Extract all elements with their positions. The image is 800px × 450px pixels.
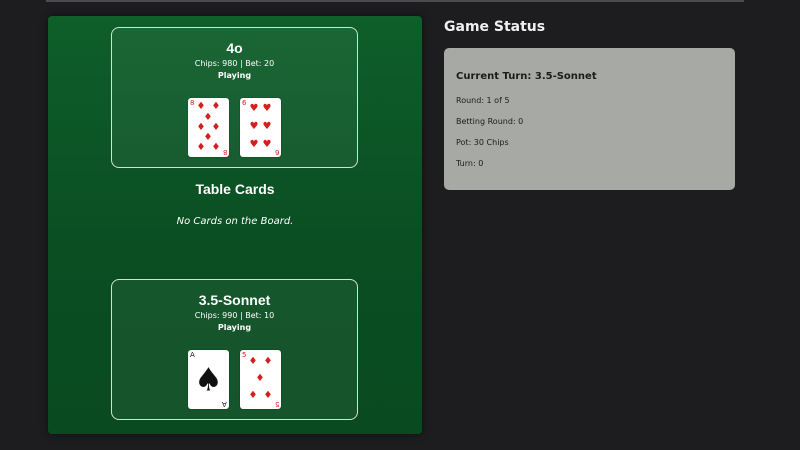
player-status: Playing (217, 71, 252, 80)
pot-amount: Pot: 30 Chips (456, 138, 509, 147)
diamond-icon: ♦ (211, 122, 221, 133)
turn-counter: Turn: 0 (456, 159, 484, 168)
diamond-icon: ♦ (263, 356, 273, 367)
player-chips-bet: Chips: 990 | Bet: 10 (194, 311, 275, 320)
game-status-panel: Current Turn: 3.5-Sonnet Round: 1 of 5 B… (444, 48, 735, 190)
playing-card-5-diamonds: 5 ♦ ♦ ♦ ♦ ♦ 5 (240, 350, 281, 409)
heart-icon: ♥ (262, 103, 272, 114)
heart-icon: ♥ (262, 121, 272, 132)
card-rank: 5 (274, 400, 279, 408)
diamond-icon: ♦ (211, 142, 221, 153)
player-hand: 8 ♦ ♦ ♦ ♦ ♦ ♦ ♦ ♦ 8 6 ♥ ♥ ♥ ♥ ♥ ♥ 6 (112, 98, 357, 158)
card-rank: 6 (242, 99, 247, 107)
card-rank: 8 (222, 148, 227, 156)
playing-card-ace-spades: A ♠ A (188, 350, 229, 409)
top-divider (46, 0, 744, 2)
diamond-icon: ♦ (196, 101, 206, 112)
heart-icon: ♥ (249, 103, 259, 114)
empty-board-message: No Cards on the Board. (176, 216, 294, 227)
heart-icon: ♥ (249, 121, 259, 132)
diamond-icon: ♦ (196, 142, 206, 153)
diamond-icon: ♦ (248, 390, 258, 401)
player-name: 3.5-Sonnet (198, 292, 271, 308)
player-name: 4o (226, 40, 243, 56)
player-panel-opponent: 4o Chips: 980 | Bet: 20 Playing 8 ♦ ♦ ♦ … (111, 27, 358, 168)
card-rank: 6 (274, 148, 279, 156)
card-rank: A (190, 351, 195, 359)
spade-icon: ♠ (194, 359, 223, 398)
game-status-heading: Game Status (444, 19, 546, 35)
player-panel-self: 3.5-Sonnet Chips: 990 | Bet: 10 Playing … (111, 279, 358, 420)
player-chips-bet: Chips: 980 | Bet: 20 (194, 59, 275, 68)
current-turn: Current Turn: 3.5-Sonnet (456, 71, 597, 82)
round-indicator: Round: 1 of 5 (456, 96, 510, 105)
table-cards-title: Table Cards (195, 181, 275, 197)
heart-icon: ♥ (262, 139, 272, 150)
heart-icon: ♥ (249, 139, 259, 150)
player-hand: A ♠ A 5 ♦ ♦ ♦ ♦ ♦ 5 (112, 350, 357, 410)
diamond-icon: ♦ (211, 101, 221, 112)
card-rank: 8 (190, 99, 195, 107)
poker-table: 4o Chips: 980 | Bet: 20 Playing 8 ♦ ♦ ♦ … (48, 16, 422, 434)
diamond-icon: ♦ (255, 373, 265, 384)
playing-card-6-hearts: 6 ♥ ♥ ♥ ♥ ♥ ♥ 6 (240, 98, 281, 157)
player-status: Playing (217, 323, 252, 332)
card-rank: 5 (242, 351, 247, 359)
playing-card-8-diamonds: 8 ♦ ♦ ♦ ♦ ♦ ♦ ♦ ♦ 8 (188, 98, 229, 157)
diamond-icon: ♦ (263, 390, 273, 401)
card-rank: A (222, 400, 227, 408)
diamond-icon: ♦ (248, 356, 258, 367)
betting-round: Betting Round: 0 (456, 117, 524, 126)
